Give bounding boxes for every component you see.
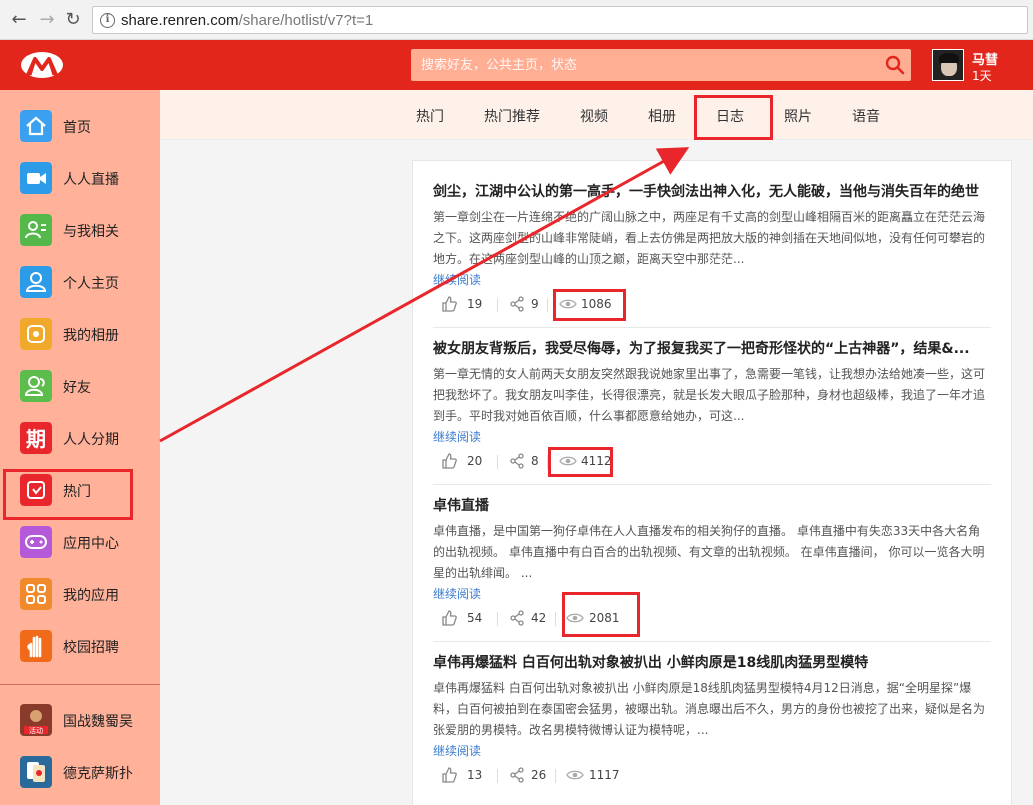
annotation-arrow — [159, 147, 690, 443]
